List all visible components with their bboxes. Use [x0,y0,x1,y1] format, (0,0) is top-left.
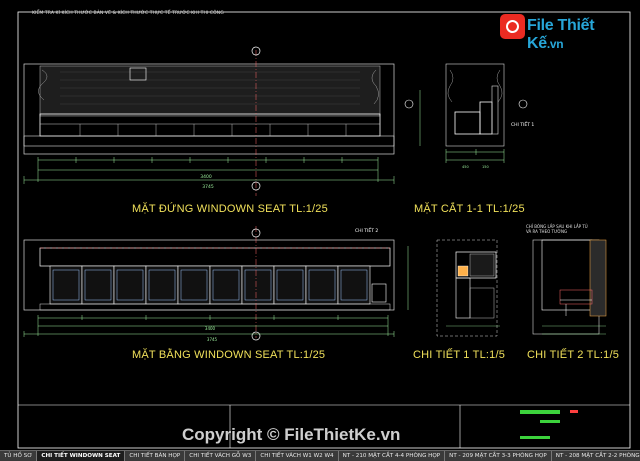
plan-title: MẶT BẰNG WINDOWN SEAT TL:1/25 [132,349,326,361]
dimension-elevation-total: 3745 [202,184,214,190]
layout-tab-2[interactable]: CHI TIẾT BÀN HỌP [125,451,186,461]
drawing-canvas[interactable]: 3400 3745 450 150 3400 3745 KIỂM TRA KĨ … [0,0,640,450]
callout-detail1: CHI TIẾT 1 [511,123,535,128]
layout-tab-bar: TỦ HỒ SƠ CHI TIẾT WINDOWN SEAT CHI TIẾT BÀ… [0,450,640,461]
detail1-view [436,239,500,337]
logo-mark-icon [500,14,525,39]
detail2-title: CHI TIẾT 2 TL:1/5 [527,349,620,361]
layout-tab-3[interactable]: CHI TIẾT VÁCH GỖ W3 [185,451,257,461]
dimension-elevation-sub: 3400 [200,174,212,180]
elevation-title: MẶT ĐỨNG WINDOWN SEAT TL:1/25 [132,203,328,215]
sheet-frame-note: KIỂM TRA KĨ KÍCH THƯỚC BẢN VẼ & KÍCH THƯ… [32,11,224,16]
dimension-section-b: 150 [482,165,489,169]
dimension-plan-total: 3745 [207,337,218,342]
detail2-note-line2: VÀ RA THEO TƯỜNG [526,229,568,234]
layout-tab-0[interactable]: TỦ HỒ SƠ [0,451,38,461]
site-logo: File Thiết Kế.vn [498,10,616,52]
dimension-plan-sub: 3400 [205,326,216,331]
section-title: MẶT CẮT 1-1 TL:1/25 [414,203,525,215]
dimension-section-a: 450 [462,165,469,169]
layout-tab-1[interactable]: CHI TIẾT WINDOWN SEAT [37,451,126,461]
plan-view: 3400 3745 [23,226,409,342]
logo-suffix: .vn [546,37,564,51]
copyright-watermark: Copyright © FileThietKe.vn [182,425,401,444]
logo-text: File Thiết Kế.vn [527,17,616,53]
section-view: 450 150 [404,63,528,169]
title-block-strips [520,410,578,439]
elevation-view: 3400 3745 [23,46,395,196]
callout-detail2: CHI TIẾT 2 [355,229,379,234]
layout-tab-5[interactable]: NT - 210 MẶT CẮT 4-4 PHÒNG HỌP [339,451,446,461]
layout-tab-6[interactable]: NT - 209 MẶT CẮT 3-3 PHÒNG HỌP [445,451,552,461]
layout-tab-7[interactable]: NT - 208 MẶT CẮT 2-2 PHÒNG HỌP [552,451,640,461]
layout-tab-4[interactable]: CHI TIẾT VÁCH W1 W2 W4 [256,451,339,461]
detail2-view [532,239,607,335]
detail1-title: CHI TIẾT 1 TL:1/5 [413,349,506,361]
